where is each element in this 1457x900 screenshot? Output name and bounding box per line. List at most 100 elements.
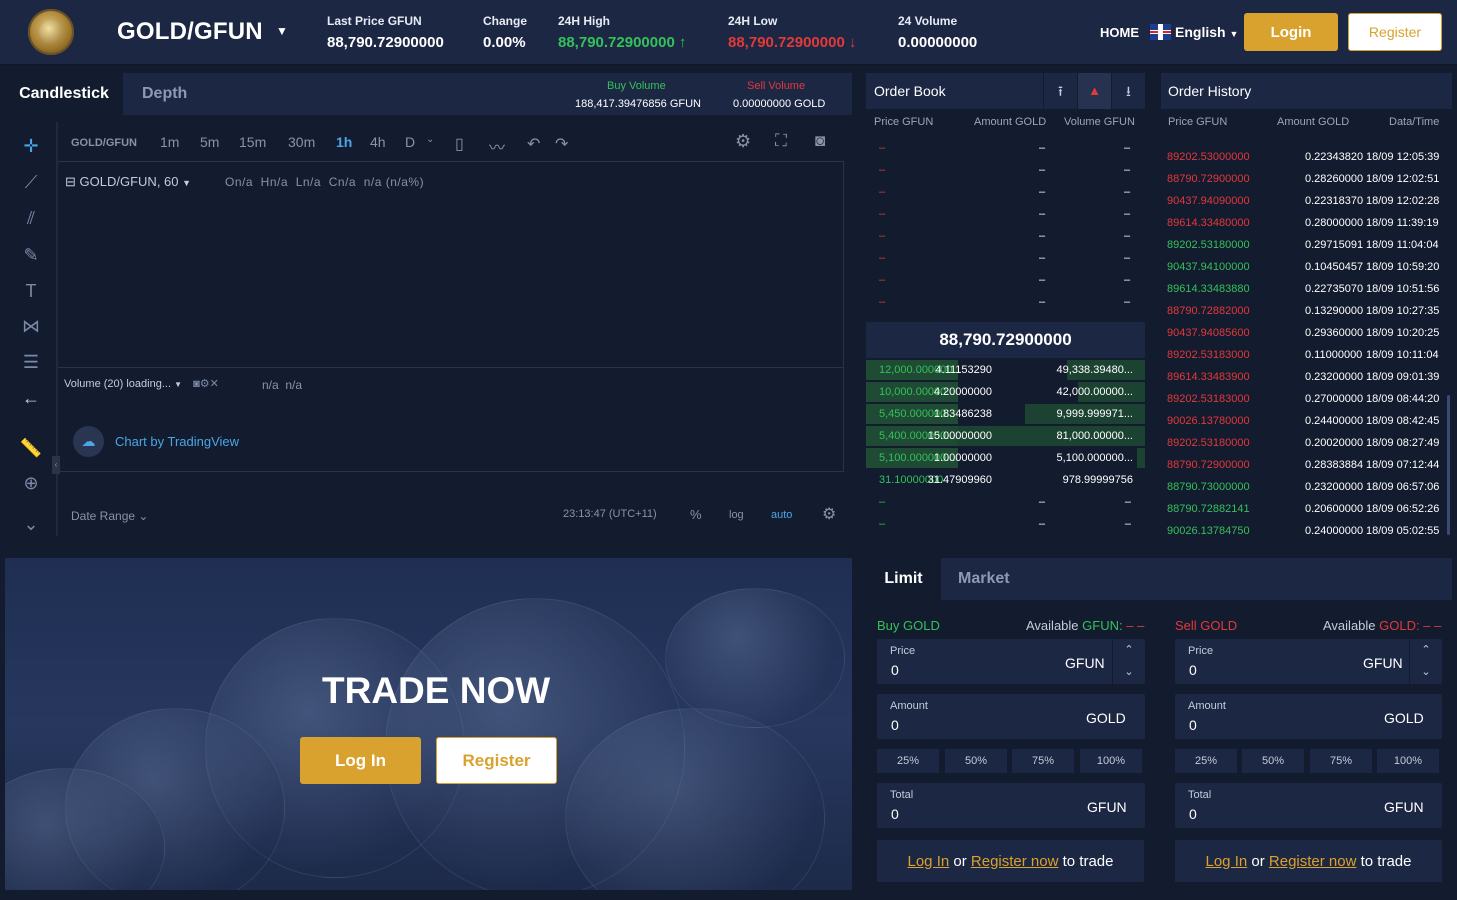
crosshair-icon[interactable]: ✛ xyxy=(19,134,43,158)
buy-pct-25[interactable]: 25% xyxy=(877,749,939,773)
buy-amount-input[interactable]: 0 xyxy=(891,717,899,733)
chevron-down-icon[interactable]: ▼ xyxy=(276,24,288,38)
header-login-button[interactable]: Login xyxy=(1244,13,1338,51)
timeframe-5m[interactable]: 5m xyxy=(200,134,219,150)
buy-price-input[interactable]: 0 xyxy=(891,662,899,678)
order-history-scrollbar[interactable] xyxy=(1447,395,1450,535)
volume-controls-icon[interactable]: ◙⚙✕ xyxy=(193,378,219,390)
view-both-icon[interactable]: ▲ xyxy=(1077,73,1111,109)
ask-price: – xyxy=(879,296,886,308)
log-scale-toggle[interactable]: log xyxy=(729,509,744,521)
sell-amount-input[interactable]: 0 xyxy=(1189,717,1197,733)
promo-register-button[interactable]: Register xyxy=(436,737,557,784)
auto-scale-toggle[interactable]: auto xyxy=(771,509,792,521)
tab-limit[interactable]: Limit xyxy=(866,558,941,600)
bid-row[interactable]: 5,400.000000... 15.00000000 81,000.00000..… xyxy=(866,425,1145,447)
sell-login-link[interactable]: Log In xyxy=(1206,853,1248,870)
buy-login-link[interactable]: Log In xyxy=(908,853,950,870)
bid-row[interactable]: – – – xyxy=(866,491,1145,513)
sell-pct-25[interactable]: 25% xyxy=(1175,749,1237,773)
sell-pct-50[interactable]: 50% xyxy=(1242,749,1304,773)
fib-tool-icon[interactable]: ⫽ xyxy=(19,206,43,230)
sell-price-input[interactable]: 0 xyxy=(1189,662,1197,678)
date-range-selector[interactable]: Date Range ⌄ xyxy=(71,509,148,523)
undo-icon[interactable]: ↶ xyxy=(527,134,540,154)
redo-icon[interactable]: ↷ xyxy=(555,134,568,154)
chevron-up-icon[interactable]: ⌃ xyxy=(1113,639,1145,661)
bid-row[interactable]: 5,450.000000... 1.83486238 9,999.999971... xyxy=(866,403,1145,425)
price-chart-canvas[interactable] xyxy=(58,162,844,472)
prediction-tool-icon[interactable]: ☰ xyxy=(19,350,43,374)
camera-icon[interactable]: ◙ xyxy=(815,131,825,151)
sell-pct-75[interactable]: 75% xyxy=(1310,749,1372,773)
bid-row[interactable]: 5,100.000000... 1.00000000 5,100.000000... xyxy=(866,447,1145,469)
buy-price-stepper[interactable]: ⌃ ⌄ xyxy=(1112,639,1145,684)
chart-settings-gear-icon[interactable]: ⚙ xyxy=(822,504,836,524)
collapse-sidebar-handle[interactable]: ‹ xyxy=(52,456,60,474)
ask-row[interactable]: – – – xyxy=(866,225,1145,247)
gear-icon[interactable]: ⚙ xyxy=(735,131,751,152)
buy-pct-75[interactable]: 75% xyxy=(1012,749,1074,773)
bid-row[interactable]: 31.10000000 31.47909960 978.99999756 xyxy=(866,469,1145,491)
candle-type-icon[interactable]: ▯ xyxy=(455,134,464,154)
chart-symbol[interactable]: GOLD/GFUN xyxy=(71,137,137,149)
language-selector[interactable]: English ▼ xyxy=(1175,24,1238,40)
fullscreen-icon[interactable]: ⛶ xyxy=(775,131,787,151)
ask-row[interactable]: – – – xyxy=(866,247,1145,269)
tab-depth[interactable]: Depth xyxy=(142,85,187,103)
brush-icon[interactable]: ✎ xyxy=(19,243,43,267)
percent-scale-toggle[interactable]: % xyxy=(690,507,702,522)
tab-candlestick[interactable]: Candlestick xyxy=(5,73,123,115)
header-register-button[interactable]: Register xyxy=(1348,13,1442,51)
sell-register-link[interactable]: Register now xyxy=(1269,853,1357,870)
brand-logo[interactable] xyxy=(28,9,74,55)
chevron-down-icon[interactable]: ⌄ xyxy=(1410,661,1442,683)
zoom-in-icon[interactable]: ⊕ xyxy=(19,471,43,495)
buy-or-text: or xyxy=(953,852,967,870)
ask-row[interactable]: – – – xyxy=(866,269,1145,291)
chevron-down-icon[interactable]: ⌄ xyxy=(19,512,43,536)
timeframe-15m[interactable]: 15m xyxy=(239,134,266,150)
sell-pct-100[interactable]: 100% xyxy=(1377,749,1439,773)
sell-price-label: Price xyxy=(1188,645,1214,657)
chevron-up-icon[interactable]: ⌃ xyxy=(1410,639,1442,661)
collapse-icon[interactable]: ⊟ xyxy=(65,174,76,189)
ask-row[interactable]: – – – xyxy=(866,203,1145,225)
view-asks-icon[interactable]: ⭱ xyxy=(1043,73,1077,109)
bid-row[interactable]: – – – xyxy=(866,513,1145,535)
buy-pct-100[interactable]: 100% xyxy=(1080,749,1142,773)
sell-price-stepper[interactable]: ⌃ ⌄ xyxy=(1409,639,1442,684)
view-bids-icon[interactable]: ⭳ xyxy=(1111,73,1145,109)
timeframe-1m[interactable]: 1m xyxy=(160,134,179,150)
ask-row[interactable]: – – – xyxy=(866,159,1145,181)
ask-row[interactable]: – – – xyxy=(866,181,1145,203)
tradingview-watermark[interactable]: Chart by TradingView xyxy=(115,434,239,449)
buy-price-field[interactable] xyxy=(877,639,1145,684)
pattern-tool-icon[interactable]: ⋈ xyxy=(19,314,43,338)
tradingview-logo-icon[interactable]: ☁ xyxy=(73,426,104,457)
pair-selector[interactable]: GOLD/GFUN xyxy=(117,18,263,46)
nav-home-link[interactable]: HOME xyxy=(1100,25,1139,40)
timeframe-dropdown-icon[interactable]: ⌄ xyxy=(426,134,434,145)
order-history-scroll[interactable]: 89202.53000000 0.22343820 18/09 12:05:39 88… xyxy=(1161,130,1452,541)
promo-login-button[interactable]: Log In xyxy=(300,737,421,784)
ask-row[interactable]: – – – xyxy=(866,291,1145,313)
trend-line-icon[interactable]: ⟋ xyxy=(19,170,43,194)
arrow-left-icon[interactable]: ← xyxy=(19,386,43,410)
buy-register-link[interactable]: Register now xyxy=(971,853,1059,870)
ruler-icon[interactable]: 📏 xyxy=(19,436,43,460)
indicators-icon[interactable]: 〰 xyxy=(489,134,505,158)
timeframe-d[interactable]: D xyxy=(405,134,415,150)
buy-total-input[interactable]: 0 xyxy=(891,806,899,822)
timeframe-30m[interactable]: 30m xyxy=(288,134,315,150)
tab-market[interactable]: Market xyxy=(958,570,1010,588)
ask-row[interactable]: – – – xyxy=(866,137,1145,159)
timeframe-1h[interactable]: 1h xyxy=(336,134,352,150)
timeframe-4h[interactable]: 4h xyxy=(370,134,386,150)
chevron-down-icon[interactable]: ⌄ xyxy=(1113,661,1145,683)
buy-pct-50[interactable]: 50% xyxy=(945,749,1007,773)
bid-row[interactable]: 12,000.000000... 4.11153290 49,338.39480..… xyxy=(866,359,1145,381)
sell-total-input[interactable]: 0 xyxy=(1189,806,1197,822)
bid-row[interactable]: 10,000.00000... 4.20000000 42,000.00000... xyxy=(866,381,1145,403)
text-tool-icon[interactable]: T xyxy=(19,279,43,303)
